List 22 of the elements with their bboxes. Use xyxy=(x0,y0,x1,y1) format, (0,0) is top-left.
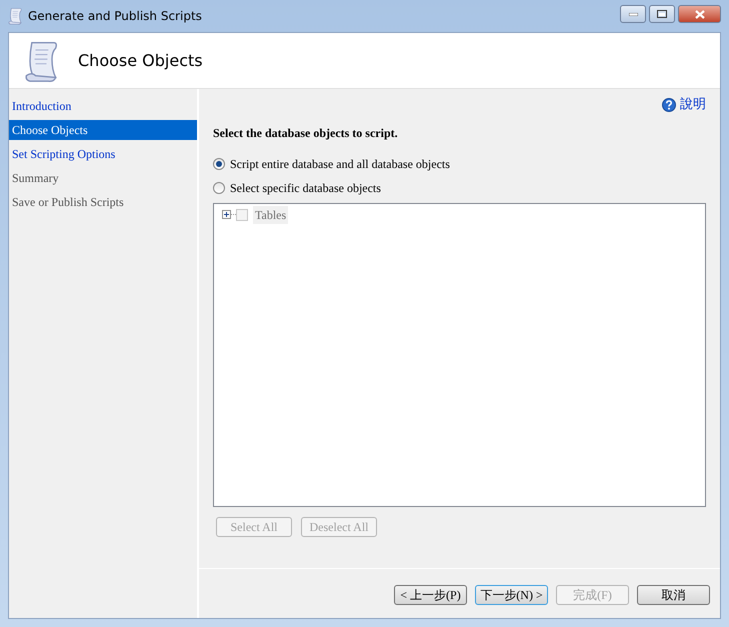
help-link[interactable]: 說明 xyxy=(680,95,706,114)
dialog-button[interactable]: < 上一步(P) xyxy=(394,584,467,604)
radio-button[interactable] xyxy=(213,182,225,194)
sidebar-item[interactable]: Set Scripting Options xyxy=(9,144,197,164)
radio-option[interactable]: Select specific database objects xyxy=(213,178,706,196)
section-heading: Select the database objects to script. xyxy=(213,124,399,142)
dialog-button[interactable]: 取消 xyxy=(637,584,710,604)
sidebar-item[interactable]: Introduction xyxy=(9,96,197,116)
page-title: Choose Objects xyxy=(78,50,203,72)
close-button[interactable] xyxy=(678,5,721,23)
sidebar-item[interactable]: Choose Objects xyxy=(9,120,197,140)
help-icon xyxy=(662,98,676,112)
minimize-button[interactable] xyxy=(620,5,646,23)
maximize-button[interactable] xyxy=(649,5,675,23)
window-title: Generate and Publish Scripts xyxy=(28,8,202,25)
radio-option[interactable]: Script entire database and all database objects xyxy=(213,154,706,172)
dialog-button[interactable]: 下一步(N) > xyxy=(475,584,548,604)
minimize-icon xyxy=(628,12,638,16)
radio-button[interactable] xyxy=(213,158,225,170)
scroll-icon xyxy=(6,7,24,25)
maximize-icon xyxy=(657,10,667,18)
close-icon xyxy=(694,10,704,18)
